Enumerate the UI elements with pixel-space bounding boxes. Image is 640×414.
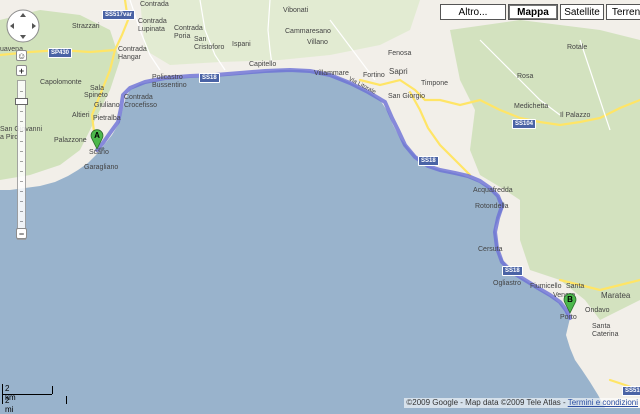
place-label: Contrada Hangar — [118, 46, 147, 61]
place-label: Sapri — [389, 67, 408, 76]
place-label: Rosa — [517, 73, 534, 80]
map-canvas[interactable] — [0, 0, 640, 408]
place-label: Medichetta — [514, 103, 549, 110]
place-label: Contrada — [140, 1, 169, 8]
road-shield: SP430 — [48, 48, 73, 58]
road-shield: SS104 — [512, 119, 537, 129]
place-label: Capolomonte — [40, 79, 82, 86]
place-label: Garagliano — [84, 164, 119, 171]
street-view-pegman-icon[interactable]: ☺ — [16, 50, 27, 61]
place-label: Villammare — [314, 70, 349, 77]
copyright-text: ©2009 Google - Map data ©2009 Tele Atlas… — [406, 398, 568, 407]
map-type-other-button[interactable]: Altro... — [440, 4, 506, 20]
map-type-satellite-button[interactable]: Satellite — [560, 4, 604, 20]
place-label: Fortino — [363, 72, 385, 79]
place-label: Timpone — [421, 80, 448, 87]
place-label: Scario — [89, 149, 109, 156]
place-label: Porto — [560, 314, 577, 321]
marker-shadow — [98, 147, 104, 150]
map-type-terrain-button[interactable]: Terren — [606, 4, 640, 20]
place-label: Ondavo — [585, 307, 610, 314]
place-label: Strazzari — [72, 23, 100, 30]
map-type-map-button[interactable]: Mappa — [508, 4, 558, 20]
road-shield: SS18 — [418, 156, 439, 166]
place-label: Il Palazzo — [560, 112, 591, 119]
place-label: Cersuta — [478, 246, 503, 253]
terms-link[interactable]: Termini e condizioni — [568, 398, 638, 407]
place-label: Rotondella — [475, 203, 509, 210]
place-label: Palazzone — [54, 137, 87, 144]
place-label: Villano — [307, 39, 328, 46]
place-label: Giuliano — [94, 102, 120, 109]
place-label: Rotale — [567, 44, 588, 51]
place-label: Maratea — [601, 291, 631, 300]
zoom-slider-thumb[interactable] — [15, 98, 28, 105]
place-label: Santa Caterina — [592, 323, 619, 338]
place-label: San Giorgio — [388, 93, 425, 100]
marker-letter: B — [567, 295, 573, 304]
zoom-in-button[interactable]: + — [16, 65, 27, 76]
place-label: Capitello — [249, 61, 277, 68]
scale-mi-label: 2 mi — [5, 396, 14, 414]
place-label: Ogliastro — [493, 280, 522, 287]
copyright-notice: ©2009 Google - Map data ©2009 Tele Atlas… — [404, 398, 640, 408]
place-label: Ispani — [232, 41, 251, 48]
marker-a[interactable]: A — [90, 128, 104, 150]
place-label: Altieri — [72, 112, 90, 119]
pan-control[interactable] — [5, 8, 41, 44]
place-label: Acquafredda — [473, 187, 513, 194]
place-label: Fiumicello — [530, 283, 562, 290]
zoom-out-button[interactable]: − — [16, 228, 27, 239]
road-shield: SS517var — [102, 10, 136, 20]
road-shield: SS18 — [199, 73, 220, 83]
marker-b[interactable]: B — [563, 292, 577, 314]
place-label: Vibonati — [283, 7, 309, 14]
place-label: Santa — [566, 283, 585, 290]
place-label: Pietralba — [93, 115, 121, 122]
place-label: Spineto — [84, 92, 108, 99]
road-shield: SS510 — [622, 386, 640, 396]
place-label: Fenosa — [388, 50, 412, 57]
place-label: Contrada Crocefisso — [124, 94, 158, 109]
place-label: Cammaresano — [285, 28, 331, 35]
road-shield: SS18 — [502, 266, 523, 276]
marker-letter: A — [94, 131, 100, 140]
place-label: Contrada Lupinata — [138, 18, 167, 33]
place-label: Policastro Bussentino — [152, 74, 187, 89]
place-label: San Cristoforo — [194, 36, 225, 51]
